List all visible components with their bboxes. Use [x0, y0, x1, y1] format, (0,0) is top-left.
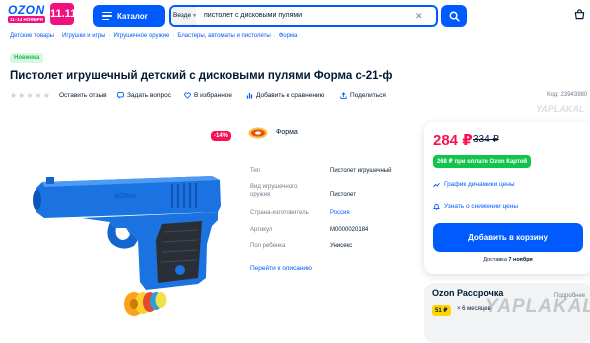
ask-question-link[interactable]: Задать вопрос: [117, 92, 171, 99]
new-badge: Новинка: [10, 53, 44, 63]
spec-value: Пистолет: [330, 192, 356, 198]
share-link[interactable]: Поделиться: [340, 92, 386, 99]
add-compare-link[interactable]: Добавить к сравнению: [246, 92, 324, 99]
spec-value: Пистолет игрушечный: [330, 168, 392, 174]
delivery-info: Доставка 7 ноября: [424, 257, 590, 263]
star-icon: ★: [34, 91, 42, 100]
star-icon: ★: [42, 91, 50, 100]
breadcrumb: Детские товары · Игрушки и игры · Игрушечное…: [10, 33, 298, 39]
old-price: 334 ₽: [473, 134, 499, 145]
product-title: Пистолет игрушечный детский с дисковыми …: [10, 70, 393, 82]
chevron-down-icon: ▼: [192, 13, 198, 19]
cart-icon[interactable]: [574, 9, 585, 20]
logo-date: 11.11: [50, 3, 76, 25]
search-input[interactable]: [204, 7, 404, 25]
menu-icon: [102, 11, 112, 21]
star-icon: ★: [26, 91, 34, 100]
add-compare-label: Добавить к сравнению: [256, 92, 325, 99]
clear-icon[interactable]: ✕: [415, 11, 423, 21]
price-history-label: График динамики цены: [444, 181, 515, 188]
search-scope-select[interactable]: Везде▼: [171, 7, 198, 25]
watermark: YAPLAKAL.COM: [485, 296, 590, 317]
breadcrumb-item[interactable]: Детские товары: [10, 33, 54, 39]
spec-key: Артикул: [250, 227, 273, 233]
discount-badge: -14%: [211, 131, 232, 141]
logo-promo: 11–14 НОЯБРЯ: [8, 16, 45, 23]
price-card: 284 ₽ 334 ₽ 268 ₽ при оплате Ozon Картой…: [424, 122, 590, 274]
compare-icon: [246, 92, 253, 99]
spec-key: Вид игрушечного оружия: [250, 184, 298, 198]
rating-stars[interactable]: ★ ★ ★ ★ ★: [10, 91, 50, 100]
search-icon: [449, 11, 460, 22]
breadcrumb-item[interactable]: Игрушечное оружие: [113, 33, 169, 39]
leave-review-link[interactable]: Оставить отзыв: [59, 92, 107, 99]
spec-key: Тип: [250, 168, 261, 174]
product-image-toy-gun[interactable]: ФОРМА: [22, 160, 232, 320]
delivery-date: 7 ноября: [508, 257, 533, 263]
current-price: 284 ₽: [433, 132, 473, 149]
product-code: Код: 23943980: [547, 92, 588, 98]
add-to-cart-button[interactable]: Добавить в корзину: [433, 223, 583, 252]
bell-icon: [433, 203, 440, 210]
heart-icon: [184, 92, 191, 99]
spec-key: Страна-изготовитель: [250, 210, 309, 216]
spec-value: М0000020184: [330, 227, 369, 233]
ozon-logo[interactable]: OZON 11–14 НОЯБРЯ 11.11: [8, 3, 76, 27]
add-favorite-label: В избранное: [194, 92, 233, 99]
disc-ammo: [124, 292, 167, 316]
chat-icon: [117, 92, 124, 99]
leave-review-label: Оставить отзыв: [59, 92, 107, 99]
catalog-label: Каталог: [117, 11, 148, 21]
trend-chart-icon: [433, 182, 440, 187]
ozon-card-price-badge[interactable]: 268 ₽ при оплате Ozon Картой: [433, 155, 532, 168]
brand-logo[interactable]: [248, 127, 268, 139]
logo-word: OZON: [8, 3, 45, 17]
spec-value-link[interactable]: Россия: [330, 209, 350, 217]
price-drop-label: Узнать о снижении цены: [444, 203, 519, 210]
search-scope-label: Везде: [173, 12, 192, 19]
search-bar: Везде▼ ✕: [169, 5, 438, 27]
share-label: Поделиться: [350, 92, 386, 99]
star-icon: ★: [18, 91, 26, 100]
price-history-link[interactable]: График динамики цены: [433, 181, 515, 188]
svg-text:ФОРМА: ФОРМА: [114, 194, 136, 200]
breadcrumb-item[interactable]: Форма: [279, 33, 298, 39]
breadcrumb-item[interactable]: Игрушки и игры: [62, 33, 105, 39]
add-favorite-link[interactable]: В избранное: [184, 92, 232, 99]
spec-value: Унисекс: [330, 243, 353, 249]
search-button[interactable]: [441, 5, 467, 27]
price-drop-link[interactable]: Узнать о снижении цены: [433, 203, 518, 210]
star-icon: ★: [10, 91, 18, 100]
brand-name[interactable]: Форма: [276, 129, 298, 136]
delivery-prefix: Доставка: [483, 257, 507, 263]
spec-key: Пол ребенка: [250, 243, 286, 249]
watermark-faint: YAPLAKAL: [536, 104, 585, 114]
go-to-description-link[interactable]: Перейти к описанию: [250, 265, 312, 272]
share-icon: [340, 92, 347, 99]
catalog-button[interactable]: Каталог: [93, 5, 165, 27]
header: OZON 11–14 НОЯБРЯ 11.11 Каталог Везде▼ ✕: [0, 0, 590, 30]
installment-payment: 51 ₽: [432, 305, 451, 316]
ask-question-label: Задать вопрос: [127, 92, 171, 99]
breadcrumb-item[interactable]: Бластеры, автоматы и пистолеты: [177, 33, 270, 39]
